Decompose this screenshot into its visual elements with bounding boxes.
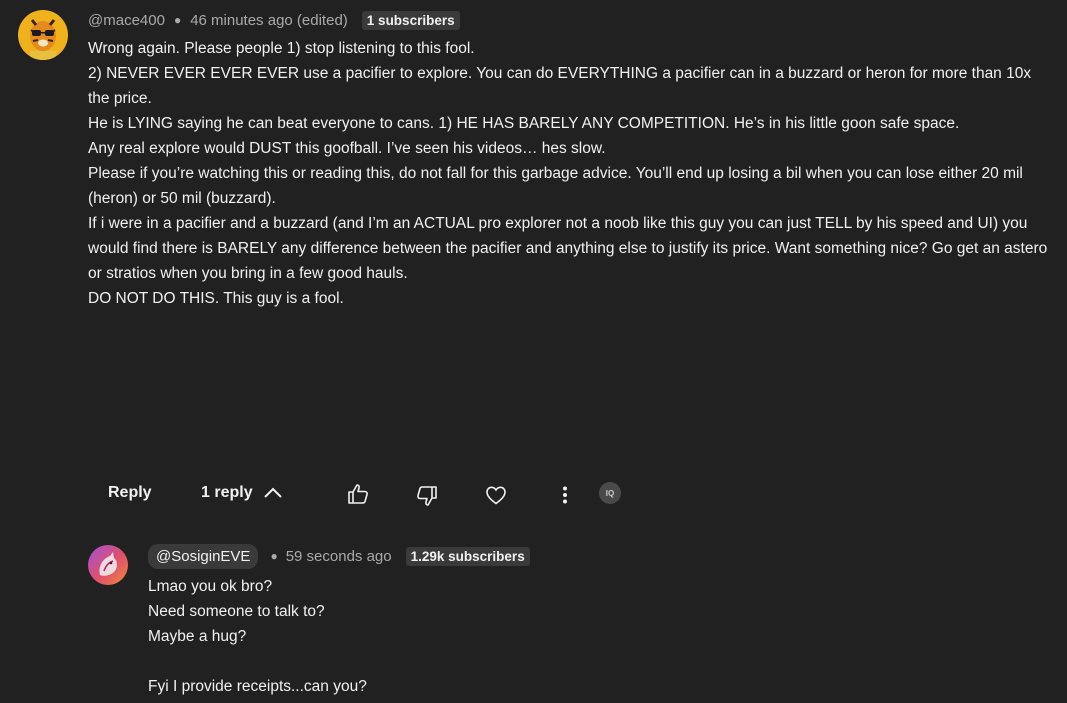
- reply-line: Lmao you ok bro?: [148, 578, 273, 595]
- more-vert-icon: [563, 486, 567, 504]
- commenter-handle[interactable]: @mace400: [88, 12, 165, 29]
- more-options-button[interactable]: [555, 483, 575, 507]
- thumbs-down-icon: [417, 486, 437, 506]
- comment-paragraph: Wrong again. Please people 1) stop liste…: [88, 40, 475, 57]
- subscriber-badge: 1 subscribers: [361, 10, 460, 30]
- comment-body: Wrong again. Please people 1) stop liste…: [88, 36, 1048, 311]
- reply-header: @SosiginEVE ● 59 seconds ago 1.29k subsc…: [148, 543, 530, 569]
- separator-dot: ●: [270, 549, 278, 563]
- reply-line: [148, 649, 1028, 674]
- comment-thread: @mace400 ● 46 minutes ago (edited) 1 sub…: [0, 0, 1067, 520]
- reply-button[interactable]: Reply: [108, 484, 152, 502]
- commenter-avatar[interactable]: [18, 10, 68, 60]
- replies-label: 1 reply: [201, 484, 253, 501]
- comment-paragraph: 2) NEVER EVER EVER EVER use a pacifier t…: [88, 65, 1032, 107]
- reply-line: Fyi I provide receipts...can you?: [148, 678, 367, 695]
- replies-toggle[interactable]: 1 reply: [201, 484, 283, 502]
- separator-dot: ●: [173, 13, 182, 27]
- iq-badge-icon: IQ: [599, 482, 621, 504]
- comment-timestamp[interactable]: 46 minutes ago (edited): [190, 12, 348, 29]
- reply-handle[interactable]: @SosiginEVE: [148, 543, 259, 569]
- thumbs-up-icon: [348, 484, 368, 504]
- heart-icon: [486, 486, 506, 505]
- tiger-avatar-icon: [18, 10, 68, 60]
- reply-comment: @SosiginEVE ● 59 seconds ago 1.29k subsc…: [0, 530, 1067, 703]
- extension-badge-button[interactable]: IQ: [599, 482, 621, 504]
- reply-body: Lmao you ok bro? Need someone to talk to…: [148, 574, 1028, 699]
- heart-button[interactable]: [484, 483, 508, 507]
- reply-line: Need someone to talk to?: [148, 603, 325, 620]
- reply-avatar[interactable]: [88, 545, 128, 585]
- comment-actions: Reply 1 reply IQ: [0, 478, 1067, 512]
- comment-paragraph: Any real explore would DUST this goofbal…: [88, 140, 606, 157]
- reply-timestamp[interactable]: 59 seconds ago: [286, 548, 392, 565]
- comment-paragraph: He is LYING saying he can beat everyone …: [88, 115, 960, 132]
- reply-line: Maybe a hug?: [148, 628, 247, 645]
- like-button[interactable]: [346, 482, 370, 506]
- fox-avatar-icon: [88, 545, 128, 585]
- dislike-button[interactable]: [415, 484, 439, 508]
- comment-header: @mace400 ● 46 minutes ago (edited) 1 sub…: [88, 9, 460, 31]
- reply-label: Reply: [108, 484, 152, 501]
- comment-paragraph: If i were in a pacifier and a buzzard (a…: [88, 215, 1048, 282]
- chevron-up-icon: [263, 487, 283, 499]
- comment-paragraph: DO NOT DO THIS. This guy is a fool.: [88, 290, 344, 307]
- subscriber-badge: 1.29k subscribers: [405, 546, 530, 566]
- comment-paragraph: Please if you’re watching this or readin…: [88, 165, 1023, 207]
